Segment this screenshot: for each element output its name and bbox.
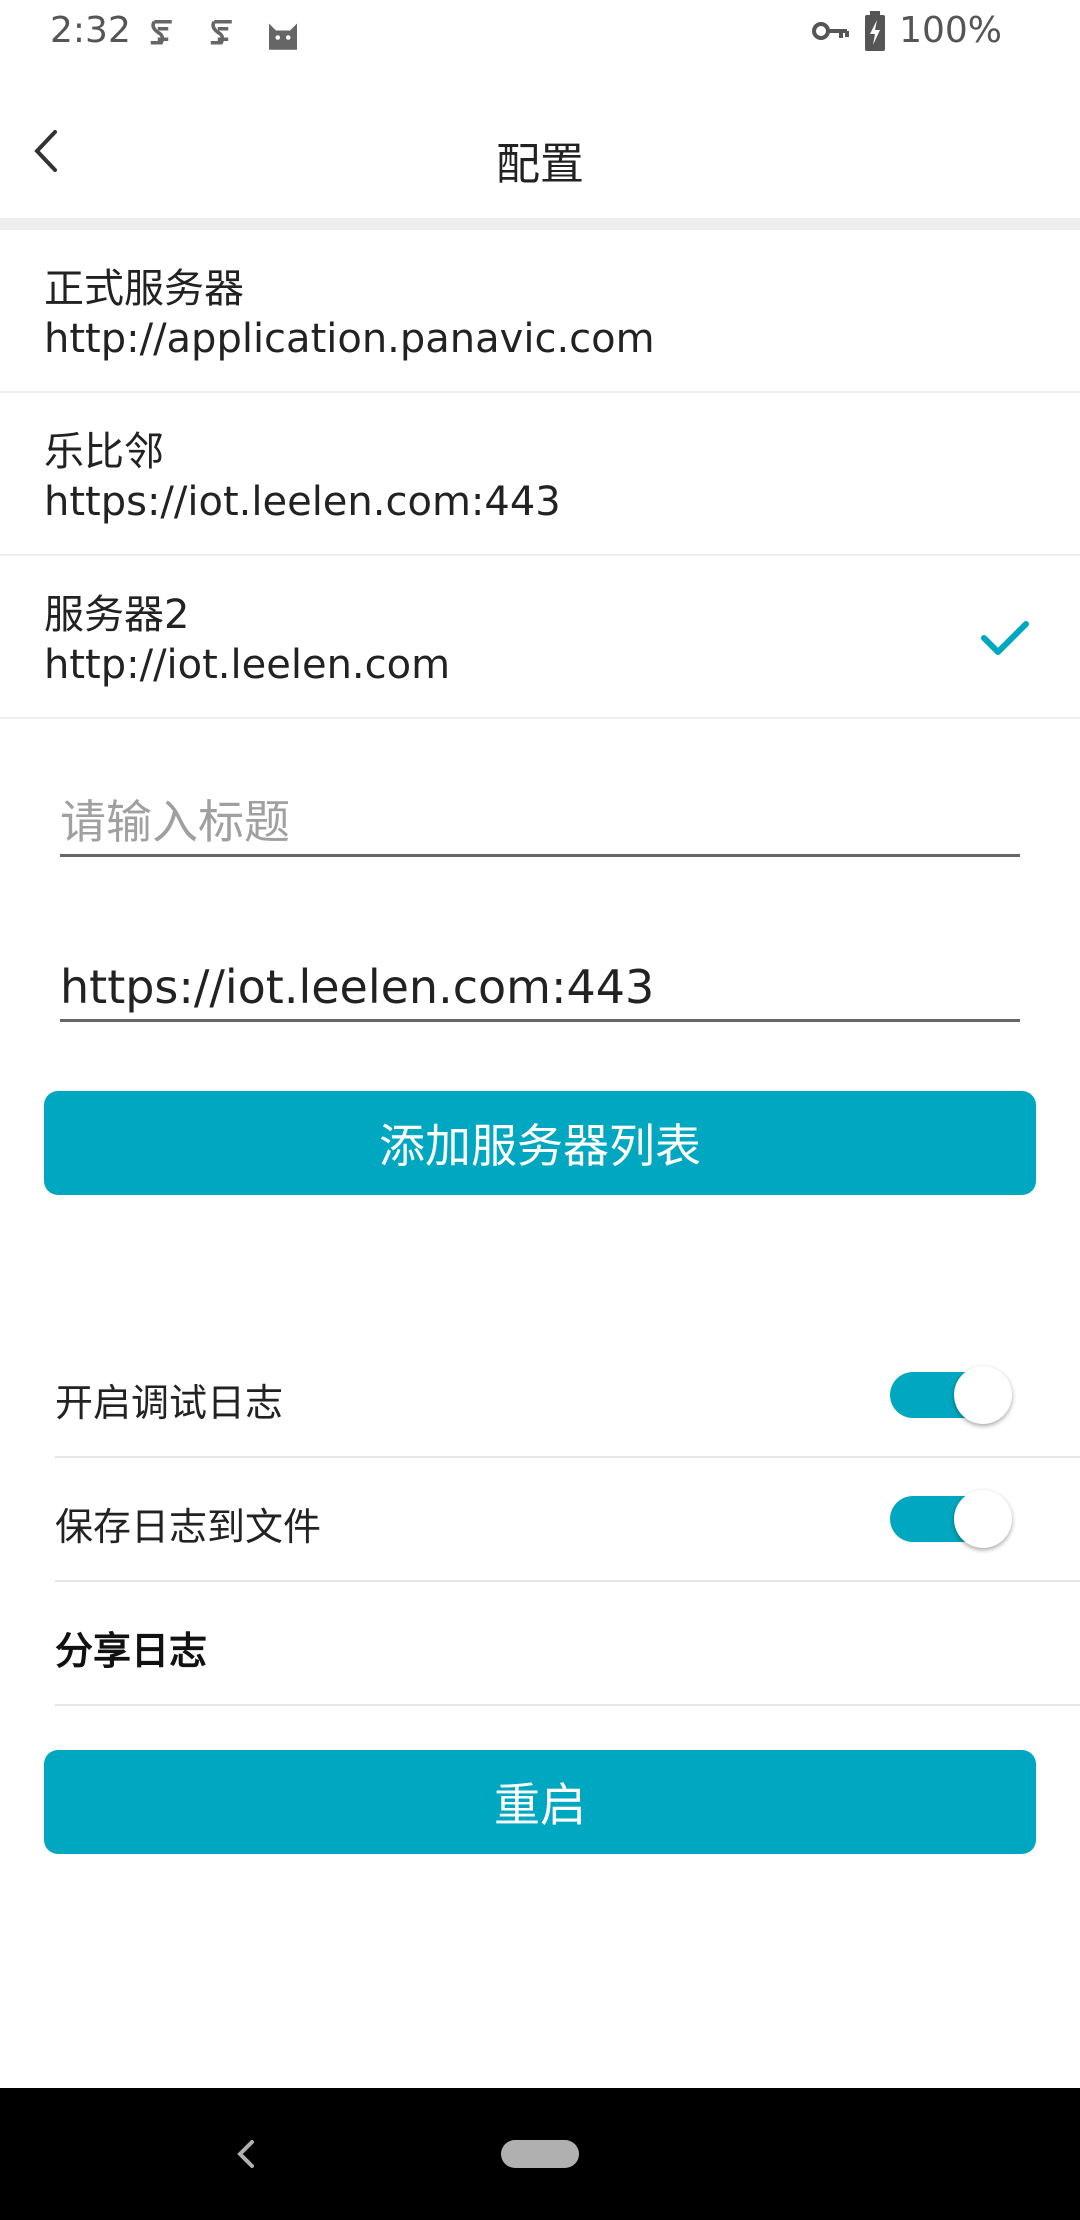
status-bar: 2:32 100%	[0, 0, 1080, 66]
battery-charging-icon	[865, 10, 886, 51]
cat-icon	[269, 23, 297, 50]
share-log-label: 分享日志	[55, 1629, 208, 1673]
checkmark-icon	[981, 621, 1029, 655]
url-input[interactable]	[60, 955, 1020, 1019]
debug-log-label: 开启调试日志	[55, 1381, 284, 1425]
notification-s-icon	[150, 20, 172, 45]
server-item-server2[interactable]: 服务器2 http://iot.leelen.com	[0, 556, 1080, 719]
server-list: 正式服务器 http://application.panavic.com 乐比邻…	[0, 230, 1080, 719]
save-log-toggle[interactable]	[890, 1490, 1012, 1548]
server-name: 正式服务器	[44, 266, 244, 312]
add-server-button[interactable]: 添加服务器列表	[44, 1091, 1036, 1195]
share-log-row[interactable]: 分享日志	[55, 1582, 1080, 1706]
status-time: 2:32	[50, 10, 131, 51]
title-input[interactable]	[60, 790, 1020, 854]
save-log-label: 保存日志到文件	[55, 1505, 322, 1549]
status-notification-icons	[142, 12, 304, 56]
title-field	[60, 790, 1020, 857]
status-right: 100%	[811, 10, 1002, 51]
restart-button[interactable]: 重启	[44, 1750, 1036, 1854]
server-url: http://iot.leelen.com	[44, 642, 451, 688]
setting-save-log: 保存日志到文件	[55, 1458, 1080, 1582]
nav-back-icon[interactable]	[222, 2130, 270, 2178]
nav-home-pill[interactable]	[501, 2140, 579, 2168]
navigation-bar	[0, 2088, 1080, 2220]
debug-log-toggle[interactable]	[890, 1366, 1012, 1424]
server-url: http://application.panavic.com	[44, 316, 655, 362]
setting-debug-log: 开启调试日志	[55, 1334, 1080, 1458]
header-divider	[0, 218, 1080, 230]
notification-s-icon	[210, 20, 232, 45]
server-name: 服务器2	[44, 592, 190, 638]
server-url: https://iot.leelen.com:443	[44, 479, 561, 525]
page-title: 配置	[496, 139, 584, 190]
server-item-official[interactable]: 正式服务器 http://application.panavic.com	[0, 230, 1080, 393]
toolbar: 配置	[0, 66, 1080, 218]
url-field	[60, 955, 1020, 1022]
server-item-lebilin[interactable]: 乐比邻 https://iot.leelen.com:443	[0, 393, 1080, 556]
server-name: 乐比邻	[44, 429, 164, 475]
vpn-key-icon	[812, 21, 850, 40]
battery-percent: 100%	[899, 10, 1002, 51]
toggle-knob	[954, 1490, 1012, 1548]
toggle-knob	[954, 1366, 1012, 1424]
